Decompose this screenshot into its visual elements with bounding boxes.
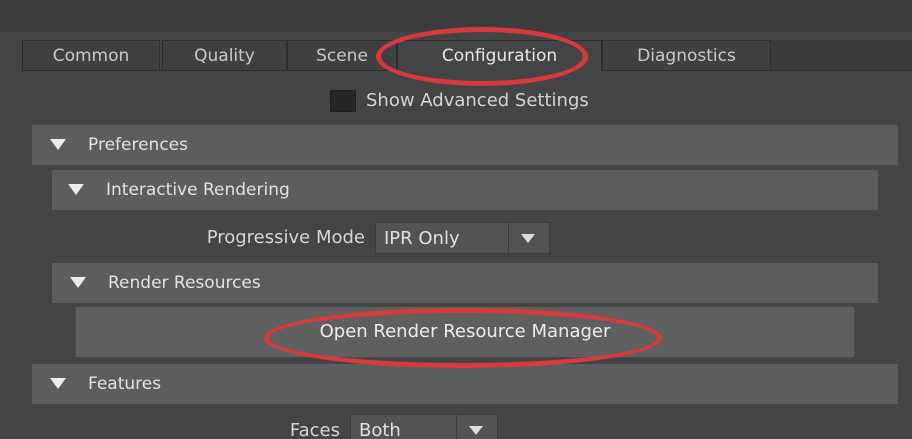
dropdown-arrow-box [508, 223, 549, 253]
expand-triangle-icon [50, 378, 66, 389]
section-interactive-rendering-label: Interactive Rendering [106, 180, 290, 200]
tab-diagnostics[interactable]: Diagnostics [602, 40, 771, 70]
section-preferences[interactable]: Preferences [32, 125, 898, 165]
expand-triangle-icon [50, 139, 66, 150]
tab-bar-filler [771, 40, 912, 70]
tab-configuration[interactable]: Configuration [397, 40, 602, 71]
section-render-resources[interactable]: Render Resources [52, 263, 878, 303]
top-strip [0, 0, 912, 32]
chevron-down-icon [521, 234, 535, 243]
expand-triangle-icon [68, 184, 84, 195]
faces-value: Both [359, 420, 401, 439]
section-features-label: Features [88, 374, 162, 394]
progressive-mode-label: Progressive Mode [206, 227, 365, 248]
faces-dropdown[interactable]: Both [350, 414, 498, 439]
open-render-resource-manager-button[interactable]: Open Render Resource Manager [75, 306, 855, 358]
chevron-down-icon [469, 426, 483, 435]
tab-quality[interactable]: Quality [162, 40, 287, 70]
show-advanced-label: Show Advanced Settings [366, 90, 589, 111]
tab-bar: Common Quality Scene Configuration Diagn… [22, 40, 912, 71]
dropdown-arrow-box [456, 415, 497, 439]
section-features[interactable]: Features [32, 364, 898, 404]
section-interactive-rendering[interactable]: Interactive Rendering [52, 170, 878, 210]
faces-label: Faces [289, 420, 340, 439]
section-preferences-label: Preferences [88, 135, 188, 155]
progressive-mode-value: IPR Only [384, 228, 460, 249]
tab-common[interactable]: Common [22, 40, 160, 70]
show-advanced-checkbox[interactable] [330, 90, 356, 112]
expand-triangle-icon [70, 277, 86, 288]
render-settings-panel: Common Quality Scene Configuration Diagn… [0, 0, 912, 439]
tab-scene[interactable]: Scene [287, 40, 397, 70]
section-render-resources-label: Render Resources [108, 273, 261, 293]
progressive-mode-dropdown[interactable]: IPR Only [375, 222, 550, 254]
